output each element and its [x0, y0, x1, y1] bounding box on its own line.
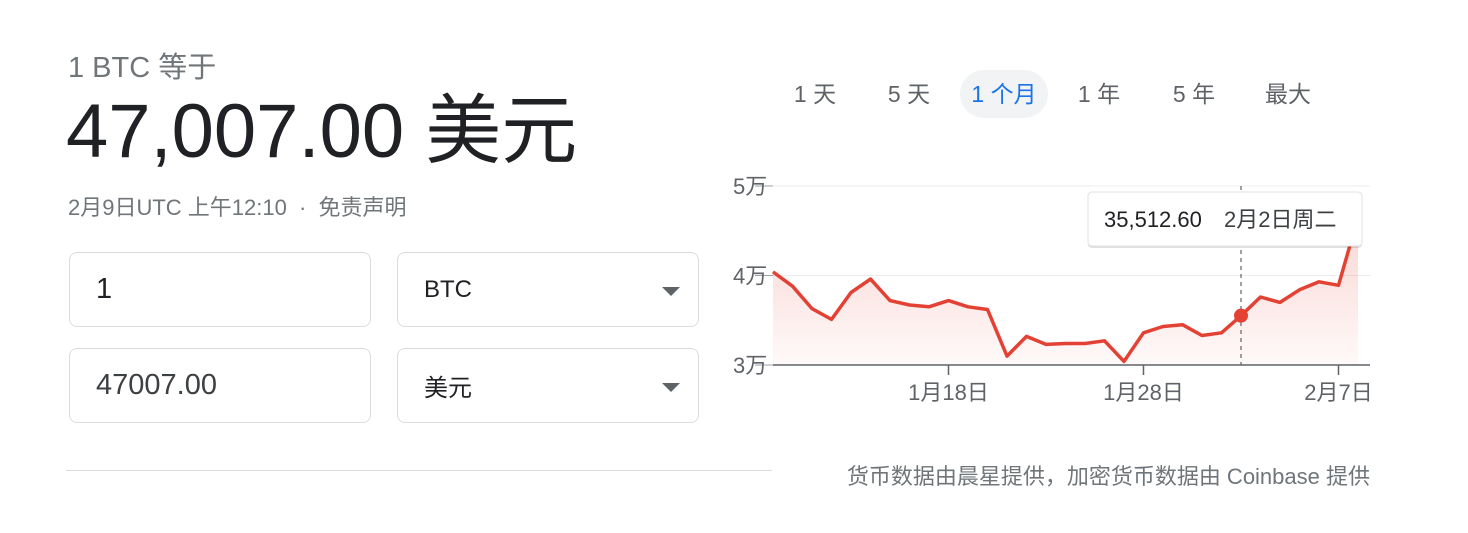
tooltip: 35,512.60 2月2日周二 — [1087, 191, 1363, 248]
tooltip-value: 35,512.60 — [1104, 207, 1202, 232]
y-tick-label: 4万 — [733, 264, 767, 289]
tooltip-date: 2月2日周二 — [1224, 207, 1336, 232]
x-tick-label: 2月7日 — [1304, 380, 1372, 405]
hover-point — [1234, 308, 1248, 323]
y-tick-label: 5万 — [733, 174, 767, 199]
price-chart[interactable]: 3万 4万 5万 1月18日 1月28日 2月7日 35,512.60 2月2日周二 — [0, 0, 1468, 533]
x-tick-label: 1月18日 — [908, 380, 989, 405]
y-tick-label: 3万 — [733, 353, 767, 378]
x-tick-label: 1月28日 — [1103, 380, 1184, 405]
